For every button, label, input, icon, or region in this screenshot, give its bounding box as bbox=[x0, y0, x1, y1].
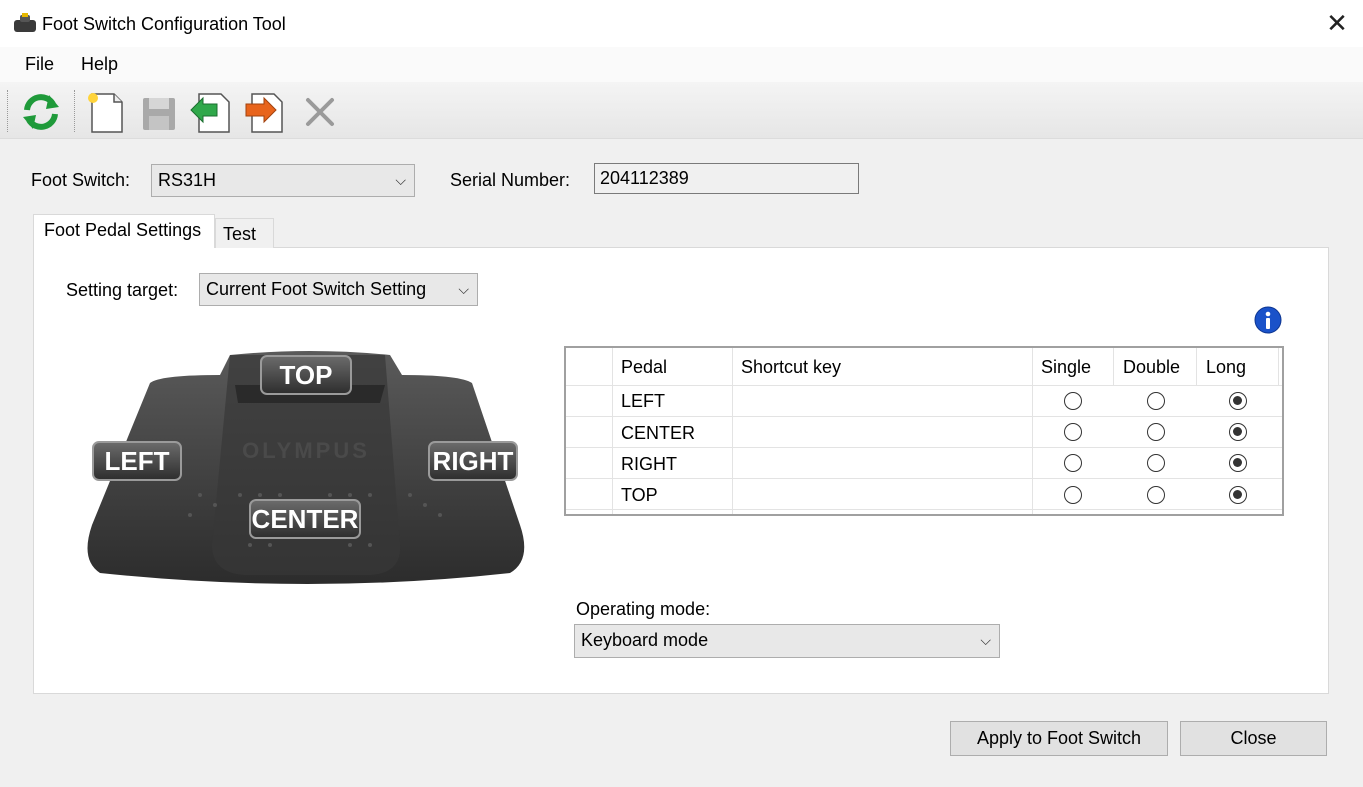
window-title: Foot Switch Configuration Tool bbox=[42, 14, 286, 34]
radio-long-right[interactable] bbox=[1229, 454, 1247, 472]
info-icon[interactable] bbox=[1254, 306, 1282, 334]
grid-divider bbox=[1278, 348, 1279, 386]
tab-foot-pedal-settings[interactable]: Foot Pedal Settings bbox=[33, 214, 215, 248]
new-document-icon[interactable] bbox=[84, 90, 128, 134]
shortcut-key-cell[interactable] bbox=[741, 391, 1026, 413]
radio-single-top[interactable] bbox=[1064, 486, 1082, 504]
chevron-down-icon: ⌵ bbox=[980, 632, 991, 648]
grid-header-double[interactable]: Double bbox=[1123, 357, 1180, 378]
close-button[interactable]: Close bbox=[1180, 721, 1327, 756]
setting-target-label: Setting target: bbox=[66, 280, 179, 300]
grid-divider bbox=[1196, 348, 1197, 386]
menu-help[interactable]: Help bbox=[81, 54, 118, 75]
radio-long-center[interactable] bbox=[1229, 423, 1247, 441]
shortcut-key-cell[interactable] bbox=[741, 423, 1026, 445]
pedal-label-center: CENTER bbox=[249, 499, 361, 539]
import-icon[interactable] bbox=[189, 90, 233, 134]
radio-double-top[interactable] bbox=[1147, 486, 1165, 504]
chevron-down-icon: ⌵ bbox=[395, 172, 406, 188]
grid-header-single[interactable]: Single bbox=[1041, 357, 1091, 378]
save-icon[interactable] bbox=[137, 90, 181, 134]
grid-row-divider bbox=[566, 385, 1282, 386]
grid-header-long[interactable]: Long bbox=[1206, 357, 1246, 378]
tab-test[interactable]: Test bbox=[215, 218, 274, 248]
setting-target-value: Current Foot Switch Setting bbox=[206, 279, 427, 299]
grid-row-divider bbox=[566, 478, 1282, 479]
shortcut-key-cell[interactable] bbox=[741, 485, 1026, 507]
delete-icon[interactable] bbox=[298, 90, 342, 134]
grid-header-shortcut[interactable]: Shortcut key bbox=[741, 357, 841, 378]
shortcut-key-cell[interactable] bbox=[741, 454, 1026, 476]
pedal-label-right: RIGHT bbox=[428, 441, 518, 481]
radio-single-center[interactable] bbox=[1064, 423, 1082, 441]
radio-double-center[interactable] bbox=[1147, 423, 1165, 441]
table-row-pedal: RIGHT bbox=[621, 454, 677, 474]
grid-divider bbox=[1032, 348, 1033, 514]
grid-row-divider bbox=[566, 416, 1282, 417]
grid-header-pedal[interactable]: Pedal bbox=[621, 357, 667, 378]
menu-file[interactable]: File bbox=[25, 54, 54, 75]
radio-long-top[interactable] bbox=[1229, 486, 1247, 504]
grid-divider bbox=[1113, 348, 1114, 386]
refresh-icon[interactable] bbox=[19, 90, 63, 134]
operating-mode-value: Keyboard mode bbox=[581, 630, 709, 650]
close-window-button[interactable]: ✕ bbox=[1322, 8, 1352, 38]
radio-long-left[interactable] bbox=[1229, 392, 1247, 410]
pedal-label-top: TOP bbox=[260, 355, 352, 395]
radio-double-left[interactable] bbox=[1147, 392, 1165, 410]
foot-switch-value: RS31H bbox=[158, 170, 217, 190]
chevron-down-icon: ⌵ bbox=[458, 281, 469, 297]
grid-divider bbox=[612, 348, 613, 514]
table-row-pedal: TOP bbox=[621, 485, 658, 505]
radio-double-right[interactable] bbox=[1147, 454, 1165, 472]
operating-mode-select[interactable]: Keyboard mode ⌵ bbox=[574, 624, 1000, 658]
apply-to-foot-switch-button[interactable]: Apply to Foot Switch bbox=[950, 721, 1168, 756]
operating-mode-label: Operating mode: bbox=[576, 599, 711, 619]
brand-logo: OLYMPUS bbox=[242, 438, 370, 463]
radio-single-right[interactable] bbox=[1064, 454, 1082, 472]
grid-row-divider bbox=[566, 509, 1282, 510]
serial-number-field[interactable]: 204112389 bbox=[594, 163, 859, 194]
setting-target-select[interactable]: Current Foot Switch Setting ⌵ bbox=[199, 273, 478, 306]
pedal-label-left: LEFT bbox=[92, 441, 182, 481]
app-icon bbox=[13, 12, 37, 34]
toolbar-grip bbox=[7, 90, 9, 132]
foot-switch-select[interactable]: RS31H ⌵ bbox=[151, 164, 415, 197]
table-row-pedal: CENTER bbox=[621, 423, 696, 443]
toolbar-separator bbox=[74, 90, 76, 132]
grid-row-divider bbox=[566, 447, 1282, 448]
export-icon[interactable] bbox=[242, 90, 286, 134]
grid-divider bbox=[732, 348, 733, 514]
menu-bar bbox=[0, 47, 1363, 82]
table-row-pedal: LEFT bbox=[621, 391, 666, 411]
radio-single-left[interactable] bbox=[1064, 392, 1082, 410]
serial-number-label: Serial Number: bbox=[450, 170, 571, 190]
foot-switch-label: Foot Switch: bbox=[31, 170, 131, 190]
